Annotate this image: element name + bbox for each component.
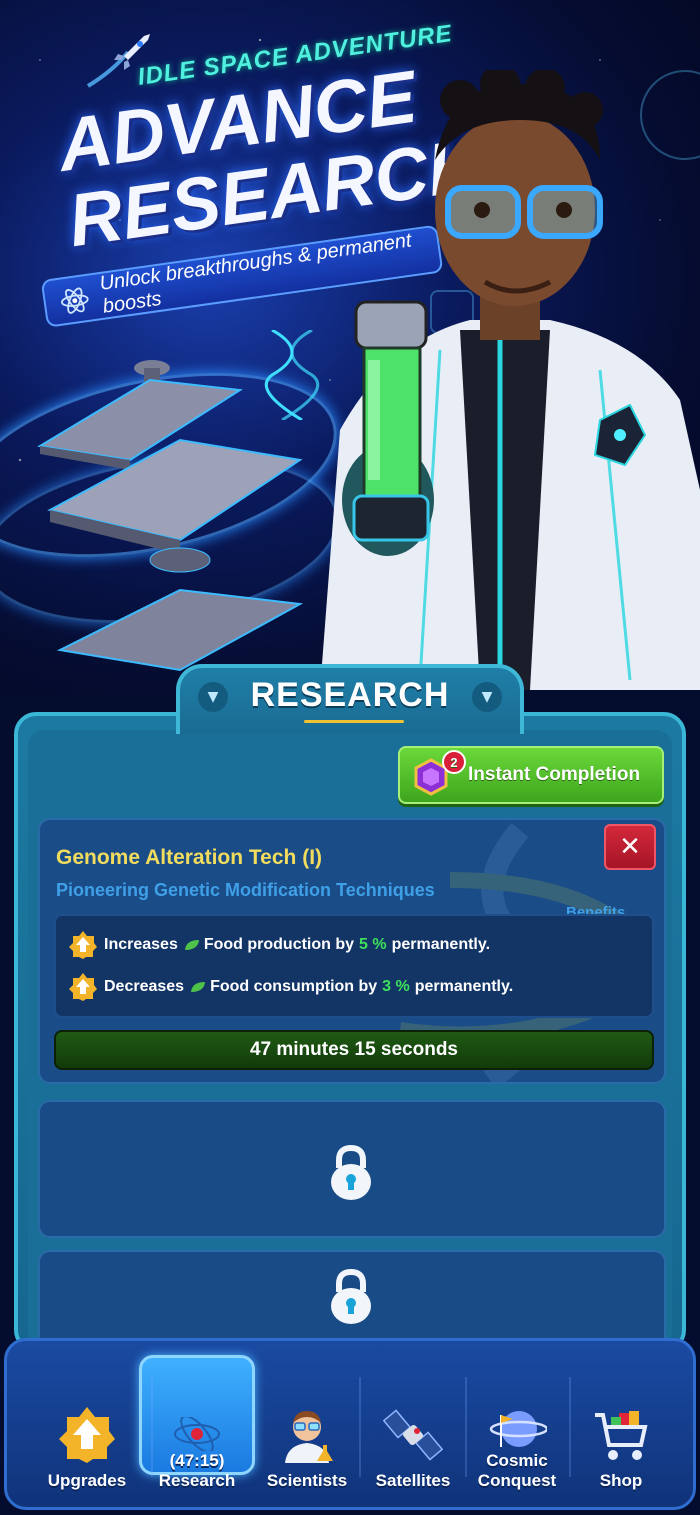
- nav-item-cosmic-conquest[interactable]: Cosmic Conquest: [467, 1371, 567, 1491]
- nav-item-scientists[interactable]: Scientists: [257, 1371, 357, 1491]
- benefit-value: 5 %: [359, 936, 387, 953]
- instant-completion-label: Instant Completion: [468, 764, 641, 785]
- scientist-icon: [285, 1411, 333, 1463]
- space-station-illustration: [37, 360, 304, 672]
- lock-icon: [331, 1144, 371, 1200]
- nav-label: Shop: [599, 1471, 643, 1490]
- nav-label: Satellites: [375, 1471, 451, 1490]
- research-name: Genome Alteration Tech (I): [56, 846, 323, 869]
- active-research-card: Genome Alteration Tech (I) Pioneering Ge…: [38, 818, 666, 1084]
- gem-cost-badge: 2: [442, 750, 466, 774]
- research-header-tab: ▼ RESEARCH ▼: [176, 664, 524, 734]
- nav-item-upgrades[interactable]: Upgrades: [27, 1371, 147, 1491]
- lock-icon: [331, 1268, 371, 1324]
- benefit-resource: Food consumption by: [210, 978, 378, 995]
- benefit-value: 3 %: [382, 978, 410, 995]
- atom-icon: [174, 1417, 220, 1451]
- nav-label: Scientists: [266, 1471, 348, 1490]
- benefit-suffix: permanently.: [414, 978, 514, 995]
- upgrade-arrow-icon: [69, 931, 97, 959]
- benefit-row: Decreases Food consumption by 3 % perman…: [68, 972, 513, 1002]
- benefit-verb: Decreases: [104, 978, 185, 995]
- nav-label: Conquest: [477, 1471, 557, 1490]
- nav-label: Upgrades: [47, 1471, 127, 1490]
- chevron-down-icon[interactable]: ▼: [472, 682, 502, 712]
- nav-item-research[interactable]: (47:15) Research: [141, 1371, 253, 1491]
- hero-banner: IDLE SPACE ADVENTURE ADVANCE RESEARCH Un…: [0, 0, 700, 690]
- upgrade-arrow-icon: [59, 1407, 115, 1463]
- satellite-icon: [383, 1409, 443, 1461]
- upgrade-arrow-icon: [69, 973, 97, 1001]
- cancel-research-button[interactable]: ✕: [604, 824, 656, 870]
- benefit-suffix: permanently.: [391, 936, 491, 953]
- benefit-verb: Increases: [104, 936, 178, 953]
- benefit-row: Increases Food production by 5 % permane…: [68, 930, 490, 960]
- title-underline: [304, 720, 404, 723]
- nav-label: Research: [158, 1471, 236, 1490]
- nav-item-satellites[interactable]: Satellites: [363, 1371, 463, 1491]
- atom-icon: [61, 287, 89, 314]
- instant-completion-button[interactable]: 2 Instant Completion: [398, 746, 664, 804]
- locked-research-slot[interactable]: [38, 1100, 666, 1238]
- research-timer-text: 47 minutes 15 seconds: [249, 1039, 459, 1060]
- food-leaf-icon: [184, 940, 199, 950]
- close-icon: ✕: [619, 832, 641, 862]
- test-tube-icon: [352, 300, 430, 542]
- bottom-navigation: Upgrades (47:15) Research Scientists Sat…: [4, 1338, 696, 1510]
- nav-divider: [359, 1377, 361, 1477]
- food-leaf-icon: [191, 982, 206, 992]
- research-timer-bar: 47 minutes 15 seconds: [54, 1030, 654, 1070]
- shopping-cart-icon: [595, 1411, 648, 1460]
- benefits-list: Increases Food production by 5 % permane…: [54, 914, 654, 1018]
- research-title: RESEARCH: [250, 676, 450, 714]
- nav-item-shop[interactable]: Shop: [571, 1371, 671, 1491]
- research-description: Pioneering Genetic Modification Techniqu…: [56, 880, 435, 900]
- nav-research-timer: (47:15): [169, 1451, 225, 1470]
- benefit-resource: Food production by: [203, 936, 355, 953]
- planet-flag-icon: [489, 1411, 547, 1447]
- nav-label: Cosmic: [486, 1451, 548, 1470]
